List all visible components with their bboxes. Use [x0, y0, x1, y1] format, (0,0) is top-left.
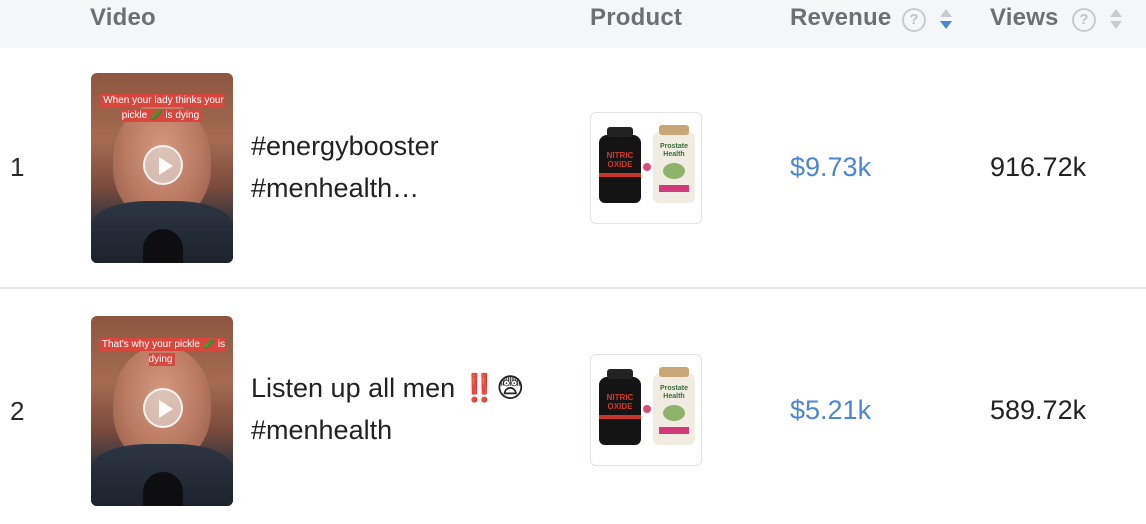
table-row[interactable]: 2 That's why your pickle 🥒 is dying List…	[0, 291, 1146, 524]
video-thumbnail[interactable]: That's why your pickle 🥒 is dying	[91, 316, 233, 506]
video-title-line1: #energybooster	[251, 131, 439, 161]
prostate-health-bottle: Prostate Health	[653, 367, 695, 445]
microphone-icon	[143, 229, 183, 263]
views-value: 589.72k	[990, 395, 1087, 425]
plus-icon	[643, 163, 651, 171]
play-icon[interactable]	[143, 388, 183, 428]
column-header-product: Product	[590, 4, 683, 31]
video-title-line2: #menhealth	[251, 415, 393, 445]
column-header-views[interactable]: Views	[990, 4, 1059, 32]
thumbnail-caption: When your lady thinks your pickle 🥒 is d…	[91, 93, 233, 123]
product-image[interactable]: NITRIC OXIDE Prostate Health	[590, 354, 702, 466]
revenue-help-icon[interactable]: ?	[902, 8, 926, 32]
revenue-value[interactable]: $9.73k	[790, 152, 871, 183]
rank-number: 1	[10, 152, 25, 182]
plus-icon	[643, 405, 651, 413]
video-title-line2: #menhealth…	[251, 173, 420, 203]
sort-descending-icon	[1110, 21, 1122, 29]
sort-descending-icon	[940, 21, 952, 29]
nitric-oxide-bottle: NITRIC OXIDE	[599, 127, 641, 203]
views-help-icon[interactable]: ?	[1072, 8, 1096, 32]
video-title[interactable]: #energybooster #menhealth…	[251, 125, 551, 209]
product-image[interactable]: NITRIC OXIDE Prostate Health	[590, 112, 702, 224]
views-sort-icon[interactable]	[1109, 9, 1123, 31]
rank-number: 2	[10, 396, 25, 426]
sort-ascending-icon	[940, 9, 952, 17]
column-header-revenue[interactable]: Revenue	[790, 4, 891, 32]
views-value: 916.72k	[990, 152, 1087, 182]
play-icon[interactable]	[143, 145, 183, 185]
prostate-health-bottle: Prostate Health	[653, 125, 695, 203]
thumbnail-caption: That's why your pickle 🥒 is dying	[91, 337, 233, 367]
microphone-icon	[143, 472, 183, 506]
revenue-value[interactable]: $5.21k	[790, 395, 871, 426]
column-header-video: Video	[90, 4, 156, 31]
sort-ascending-icon	[1110, 9, 1122, 17]
revenue-sort-icon[interactable]	[939, 9, 953, 31]
nitric-oxide-bottle: NITRIC OXIDE	[599, 369, 641, 445]
table-row[interactable]: 1 When your lady thinks your pickle 🥒 is…	[0, 48, 1146, 289]
video-title-line1: Listen up all men ‼️😨	[251, 373, 525, 403]
video-title[interactable]: Listen up all men ‼️😨 #menhealth	[251, 367, 551, 451]
video-thumbnail[interactable]: When your lady thinks your pickle 🥒 is d…	[91, 73, 233, 263]
table-header: Video Product Revenue ? Views ?	[0, 0, 1146, 48]
